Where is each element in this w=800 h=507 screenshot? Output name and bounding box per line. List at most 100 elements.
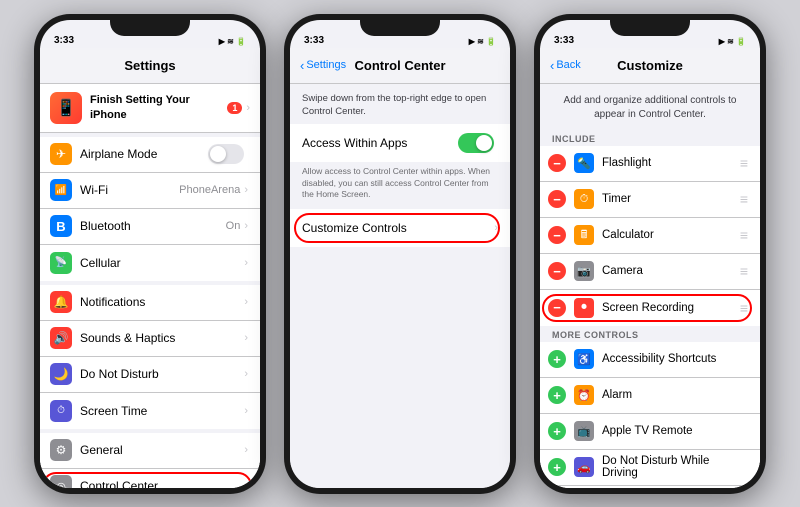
more-dnd-driving[interactable]: + 🚗 Do Not Disturb While Driving <box>540 450 760 486</box>
screenrec-label: Screen Recording <box>602 302 740 314</box>
settings-cellular[interactable]: 📡 Cellular › <box>40 245 260 281</box>
alarm-icon: ⏰ <box>574 385 594 405</box>
bluetooth-label: Bluetooth <box>80 219 226 233</box>
donotdisturb-label: Do Not Disturb <box>80 367 244 381</box>
cc-customize-item[interactable]: Customize Controls › <box>290 209 510 247</box>
camera-drag[interactable]: ≡ <box>740 263 748 279</box>
dnd-icon: 🚗 <box>574 457 594 477</box>
cc-description: Swipe down from the top-right edge to op… <box>290 84 510 125</box>
appletv-label: Apple TV Remote <box>602 425 748 437</box>
flashlight-icon: 🔦 <box>574 153 594 173</box>
more-alarm[interactable]: + ⏰ Alarm <box>540 378 760 414</box>
phone-settings: 3:33 ▶ ≋ 🔋 Settings 📱 Finish Setting You… <box>34 14 266 494</box>
more-appletv[interactable]: + 📺 Apple TV Remote <box>540 414 760 450</box>
finish-banner[interactable]: 📱 Finish Setting Your iPhone 1 › <box>40 84 260 133</box>
flashlight-label: Flashlight <box>602 157 740 169</box>
screentime-label: Screen Time <box>80 404 244 418</box>
airplane-toggle[interactable] <box>208 144 244 164</box>
back-arrow-3: ‹ <box>550 58 554 73</box>
flashlight-minus-btn[interactable]: − <box>548 154 566 172</box>
finish-text: Finish Setting Your iPhone <box>90 93 227 122</box>
settings-wifi[interactable]: 📶 Wi-Fi PhoneArena › <box>40 173 260 209</box>
timer-drag[interactable]: ≡ <box>740 191 748 207</box>
include-screenrecording[interactable]: − ⏺ Screen Recording ≡ <box>540 290 760 326</box>
cc-customize-chevron: › <box>494 222 498 234</box>
nav-bar-2: ‹ Settings Control Center <box>290 48 510 84</box>
calculator-label: Calculator <box>602 229 740 241</box>
status-time-1: 3:33 <box>54 35 74 46</box>
cc-customize-label: Customize Controls <box>302 221 494 235</box>
dnd-plus-btn[interactable]: + <box>548 458 566 476</box>
screenrec-drag[interactable]: ≡ <box>740 300 748 316</box>
settings-general[interactable]: ⚙ General › <box>40 433 260 469</box>
alarm-label: Alarm <box>602 389 748 401</box>
nav-back-2[interactable]: ‹ Settings <box>300 58 346 73</box>
include-calculator[interactable]: − 🖩 Calculator ≡ <box>540 218 760 254</box>
include-timer[interactable]: − ⏱ Timer ≡ <box>540 182 760 218</box>
screentime-chevron: › <box>244 405 248 417</box>
include-flashlight[interactable]: − 🔦 Flashlight ≡ <box>540 146 760 182</box>
accessibility-label: Accessibility Shortcuts <box>602 353 748 365</box>
nav-bar-1: Settings <box>40 48 260 84</box>
bluetooth-chevron: › <box>244 220 248 232</box>
calculator-drag[interactable]: ≡ <box>740 227 748 243</box>
back-label-2: Settings <box>306 59 346 71</box>
flashlight-drag[interactable]: ≡ <box>740 155 748 171</box>
timer-minus-btn[interactable]: − <box>548 190 566 208</box>
general-label: General <box>80 443 244 457</box>
cc-access-toggle[interactable] <box>458 133 494 153</box>
settings-donotdisturb[interactable]: 🌙 Do Not Disturb › <box>40 357 260 393</box>
settings-notifications[interactable]: 🔔 Notifications › <box>40 285 260 321</box>
accessibility-icon: ♿ <box>574 349 594 369</box>
alarm-plus-btn[interactable]: + <box>548 386 566 404</box>
finish-icon: 📱 <box>50 92 82 124</box>
notch-2 <box>360 14 440 36</box>
camera-label: Camera <box>602 265 740 277</box>
appletv-icon: 📺 <box>574 421 594 441</box>
controlcenter-chevron: › <box>244 480 248 488</box>
back-arrow-2: ‹ <box>300 58 304 73</box>
cc-content: Swipe down from the top-right edge to op… <box>290 84 510 488</box>
cellular-icon: 📡 <box>50 252 72 274</box>
more-accessibility[interactable]: + ♿ Accessibility Shortcuts <box>540 342 760 378</box>
timer-icon: ⏱ <box>574 189 594 209</box>
airplane-icon: ✈ <box>50 143 72 165</box>
cc-access-desc: Allow access to Control Center within ap… <box>290 162 510 208</box>
notifications-chevron: › <box>244 296 248 308</box>
screenrec-minus-btn[interactable]: − <box>548 299 566 317</box>
nav-back-3[interactable]: ‹ Back <box>550 58 581 73</box>
settings-sounds[interactable]: 🔊 Sounds & Haptics › <box>40 321 260 357</box>
bluetooth-value: On <box>226 220 241 232</box>
donotdisturb-chevron: › <box>244 368 248 380</box>
screenrec-icon: ⏺ <box>574 298 594 318</box>
include-camera[interactable]: − 📷 Camera ≡ <box>540 254 760 290</box>
cellular-chevron: › <box>244 257 248 269</box>
accessibility-plus-btn[interactable]: + <box>548 350 566 368</box>
settings-bluetooth[interactable]: B Bluetooth On › <box>40 209 260 245</box>
nav-title-3: Customize <box>617 58 683 73</box>
settings-controlcenter[interactable]: ◎ Control Center › <box>40 469 260 488</box>
timer-label: Timer <box>602 193 740 205</box>
wifi-label: Wi-Fi <box>80 183 179 197</box>
customize-content: Add and organize additional controls to … <box>540 84 760 488</box>
more-section-header: MORE CONTROLS <box>540 326 760 342</box>
notifications-icon: 🔔 <box>50 291 72 313</box>
customize-description: Add and organize additional controls to … <box>540 84 760 130</box>
controlcenter-icon: ◎ <box>50 475 72 488</box>
settings-section-2: 🔔 Notifications › 🔊 Sounds & Haptics › 🌙… <box>40 285 260 429</box>
settings-airplane-mode[interactable]: ✈ Airplane Mode <box>40 137 260 173</box>
cellular-label: Cellular <box>80 256 244 270</box>
sounds-chevron: › <box>244 332 248 344</box>
settings-screentime[interactable]: ⏱ Screen Time › <box>40 393 260 429</box>
wifi-icon: 📶 <box>50 179 72 201</box>
cc-access-section: Access Within Apps <box>290 124 510 162</box>
calculator-minus-btn[interactable]: − <box>548 226 566 244</box>
notch-3 <box>610 14 690 36</box>
cc-access-item[interactable]: Access Within Apps <box>290 124 510 162</box>
appletv-plus-btn[interactable]: + <box>548 422 566 440</box>
wifi-chevron: › <box>244 184 248 196</box>
dnd-label: Do Not Disturb While Driving <box>602 455 748 479</box>
camera-minus-btn[interactable]: − <box>548 262 566 280</box>
more-guided[interactable]: + 🎓 Guided Access <box>540 486 760 488</box>
settings-section-1: ✈ Airplane Mode 📶 Wi-Fi PhoneArena › B B… <box>40 137 260 281</box>
